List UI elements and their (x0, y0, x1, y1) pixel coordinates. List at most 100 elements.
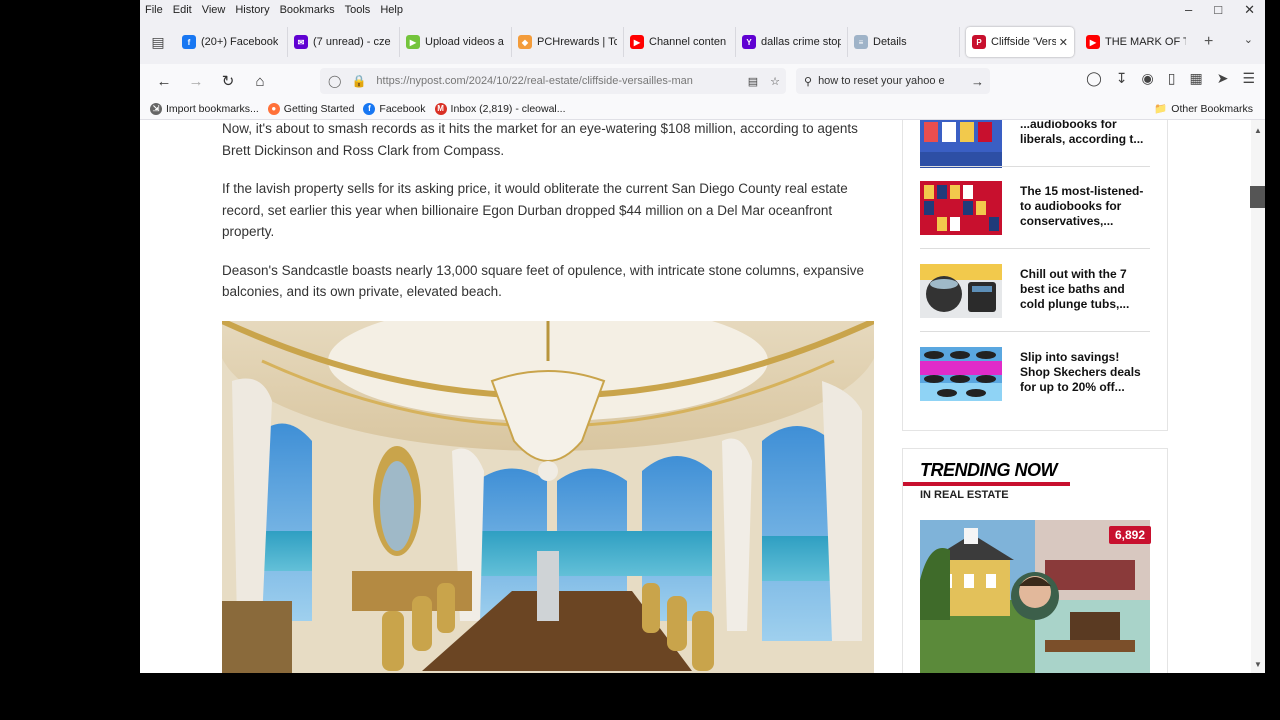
downloads-icon[interactable]: ↧ (1116, 70, 1128, 87)
bookmark-label: Import bookmarks... (166, 102, 259, 115)
article-body: Now, it's about to smash records as it h… (222, 120, 872, 320)
firefox-icon: ● (267, 102, 280, 115)
menu-view[interactable]: View (202, 4, 226, 16)
megaphone-icon[interactable]: ➤ (1217, 70, 1229, 87)
bookmark-star-icon[interactable]: ☆ (770, 75, 780, 88)
gmail-icon: M (434, 102, 447, 115)
sidebar-handle[interactable] (1250, 186, 1265, 208)
toolbar-icons: ◯ ↧ ◉ ▯ ▦ ➤ ☰ (1086, 70, 1255, 87)
sidebar-thumb[interactable] (920, 264, 1002, 318)
tab[interactable]: ▶ Upload videos a (400, 27, 512, 57)
tab-label: Details (873, 36, 907, 48)
trending-title: TRENDING NOW (920, 460, 1058, 480)
tab[interactable]: f (20+) Facebook (176, 27, 288, 57)
search-input[interactable]: ⚲ how to reset your yahoo e → (796, 68, 990, 94)
new-tab-icon[interactable]: + (1204, 33, 1213, 51)
bookmark-item[interactable]: f Facebook (363, 102, 426, 115)
hamburger-menu-icon[interactable]: ☰ (1242, 70, 1255, 87)
pch-icon: ◆ (518, 35, 532, 49)
sidebar-item[interactable]: The 15 most-listened-to audiobooks for c… (920, 181, 1150, 243)
sidebar-thumb[interactable] (920, 347, 1002, 401)
tab-label: (7 unread) - cze (313, 36, 391, 48)
tab-label: Cliffside 'Vers (991, 36, 1056, 48)
minimize-icon[interactable]: – (1185, 2, 1192, 18)
other-bookmarks[interactable]: 📁 Other Bookmarks (1154, 102, 1253, 116)
scroll-up-icon[interactable]: ▲ (1254, 126, 1262, 135)
article-paragraph: Deason's Sandcastle boasts nearly 13,000… (222, 262, 864, 300)
window-controls: – □ ✕ (1185, 2, 1255, 18)
list-all-tabs-icon[interactable]: ▤ (140, 34, 176, 51)
account-icon[interactable]: ◉ (1142, 70, 1154, 87)
bookmark-item[interactable]: ⇲ Import bookmarks... (150, 102, 259, 115)
tab-label: Channel conten (649, 36, 727, 48)
forward-icon[interactable]: → (180, 73, 212, 90)
folder-icon: 📁 (1154, 103, 1168, 115)
reader-view-icon[interactable]: ▤ (748, 75, 758, 88)
other-bookmarks-label: Other Bookmarks (1171, 102, 1253, 115)
maximize-icon[interactable]: □ (1214, 2, 1222, 18)
tab[interactable]: Ydallas crime stop (736, 27, 848, 57)
bookmark-label: Getting Started (283, 102, 355, 115)
sidebar-recommendations: ...audiobooks for liberals, according t.… (902, 120, 1168, 431)
sidebar-thumb[interactable] (920, 181, 1002, 235)
yahoo-icon: Y (742, 35, 756, 49)
tab-label: (20+) Facebook (201, 36, 279, 48)
bookmark-label: Facebook (379, 102, 426, 115)
article-paragraph: Now, it's about to smash records as it h… (222, 121, 858, 158)
close-icon[interactable]: ✕ (1244, 2, 1255, 18)
menu-history[interactable]: History (235, 4, 269, 16)
back-icon[interactable]: ← (148, 73, 180, 90)
menu-tools[interactable]: Tools (345, 4, 371, 16)
view-count-badge: 6,892 (1109, 526, 1152, 544)
sidebar-item[interactable]: ...audiobooks for liberals, according t.… (920, 120, 1150, 176)
menu-bar: File Edit View History Bookmarks Tools H… (140, 0, 1265, 20)
tab[interactable]: ≡ Details (848, 27, 960, 57)
lock-icon[interactable]: 🔒 (351, 74, 366, 88)
document-icon: ≡ (854, 35, 868, 49)
menu-bookmarks[interactable]: Bookmarks (280, 4, 335, 16)
facebook-icon: f (182, 35, 196, 49)
nypost-icon: P (972, 35, 986, 49)
sidebar-item-title[interactable]: Slip into savings! Shop Skechers deals f… (1020, 350, 1152, 395)
scroll-down-icon[interactable]: ▼ (1254, 660, 1262, 669)
sidebar-item[interactable]: Slip into savings! Shop Skechers deals f… (920, 347, 1150, 409)
tab[interactable]: ✉ (7 unread) - cze (288, 27, 400, 57)
tab[interactable]: ◆ PCHrewards | Tc (512, 27, 624, 57)
chevron-down-icon[interactable]: ⌄ (1244, 33, 1253, 46)
trending-now-module: TRENDING NOW IN REAL ESTATE 6,892 (902, 448, 1168, 673)
shield-icon[interactable]: ◯ (328, 74, 341, 88)
url-bar[interactable]: ◯ 🔒 https://nypost.com/2024/10/22/real-e… (320, 68, 786, 94)
tab-active[interactable]: P Cliffside 'Vers ✕ (966, 27, 1074, 57)
rumble-icon: ▶ (406, 35, 420, 49)
tab[interactable]: ▶ Channel conten (624, 27, 736, 57)
trending-underline (903, 482, 1070, 486)
sidebar-item[interactable]: Chill out with the 7 best ice baths and … (920, 264, 1150, 326)
bookmark-item[interactable]: ● Getting Started (267, 102, 355, 115)
sidebar-thumb[interactable] (920, 120, 1002, 168)
facebook-icon: f (363, 102, 376, 115)
bookmark-item[interactable]: M Inbox (2,819) - cleowal... (434, 102, 566, 115)
article-image-dining-room[interactable] (222, 321, 874, 673)
extension-icon[interactable]: ▦ (1189, 70, 1202, 87)
youtube-icon: ▶ (1086, 35, 1100, 49)
search-icon: ⚲ (804, 75, 813, 88)
tab-strip: ▤ f (20+) Facebook ✉ (7 unread) - cze ▶ Uploa… (140, 20, 1265, 64)
menu-file[interactable]: File (145, 4, 163, 16)
home-icon[interactable]: ⌂ (244, 73, 276, 90)
tab-label: Upload videos a (425, 36, 504, 48)
sidebar-item-title[interactable]: ...audiobooks for liberals, according t.… (1020, 120, 1152, 147)
extensions-icon[interactable]: ▯ (1168, 70, 1176, 87)
sidebar-item-title[interactable]: Chill out with the 7 best ice baths and … (1020, 267, 1152, 312)
search-text[interactable]: how to reset your yahoo e (818, 75, 971, 87)
reload-icon[interactable]: ↻ (212, 72, 244, 90)
menu-edit[interactable]: Edit (173, 4, 192, 16)
tab[interactable]: ▶ THE MARK OF T (1080, 27, 1192, 57)
url-text[interactable]: https://nypost.com/2024/10/22/real-estat… (376, 75, 741, 87)
close-tab-icon[interactable]: ✕ (1059, 36, 1068, 49)
sidebar-item-title[interactable]: The 15 most-listened-to audiobooks for c… (1020, 184, 1152, 229)
youtube-icon: ▶ (630, 35, 644, 49)
pocket-icon[interactable]: ◯ (1086, 70, 1102, 87)
go-arrow-icon[interactable]: → (971, 74, 984, 89)
menu-help[interactable]: Help (380, 4, 403, 16)
navigation-bar: ← → ↻ ⌂ ◯ 🔒 https://nypost.com/2024/10/2… (140, 64, 1265, 98)
